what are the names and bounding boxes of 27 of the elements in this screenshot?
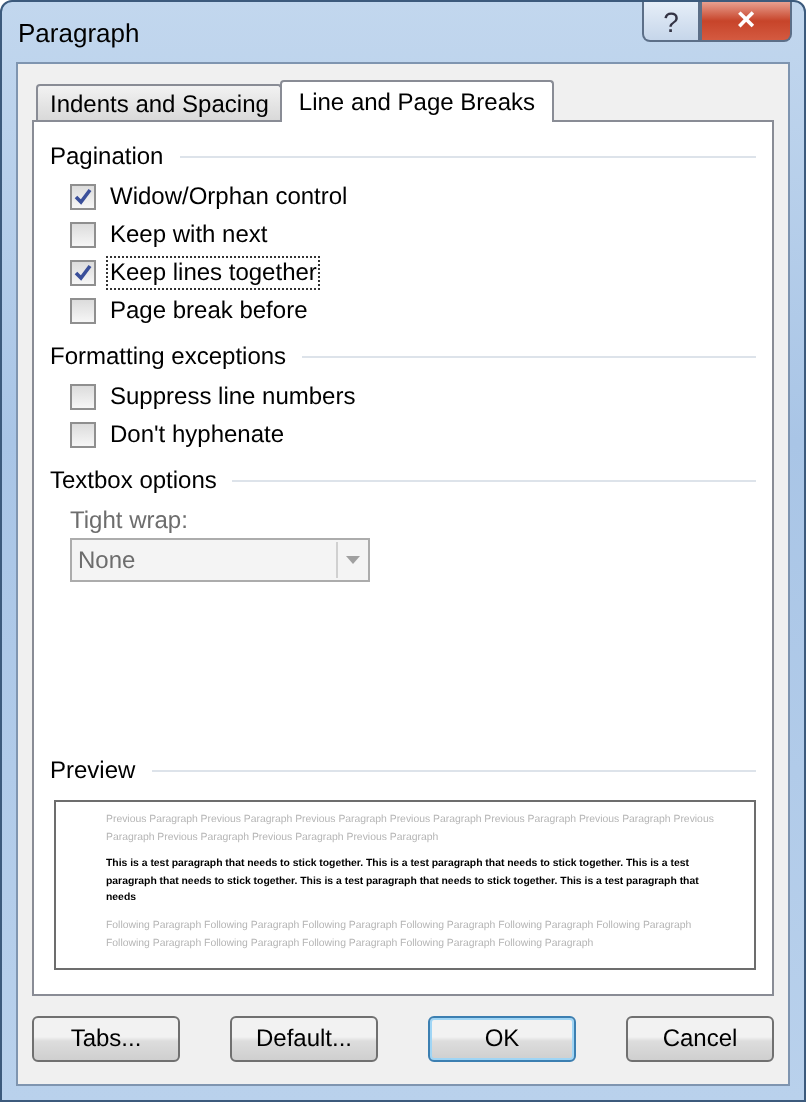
dialog-button[interactable]: Default... <box>230 1015 378 1061</box>
section-heading: Formatting exceptions <box>50 342 287 370</box>
tab[interactable]: Indents and Spacing <box>36 84 283 120</box>
checkbox[interactable] <box>70 298 96 324</box>
dialog-button[interactable]: OK <box>428 1015 576 1061</box>
dialog-button[interactable]: Cancel <box>626 1015 774 1061</box>
checkbox[interactable] <box>70 384 96 410</box>
checkbox-label[interactable]: Keep lines together <box>106 256 321 290</box>
window-title: Paragraph <box>16 16 142 48</box>
dialog-button[interactable]: Tabs... <box>32 1015 180 1061</box>
checkbox[interactable] <box>70 260 96 286</box>
checkbox-label[interactable]: Widow/Orphan control <box>106 180 352 214</box>
field-label: Tight wrap: <box>68 504 190 538</box>
dropdown-arrow-icon <box>346 556 360 564</box>
checkbox[interactable] <box>70 422 96 448</box>
checkbox-label[interactable]: Page break before <box>106 294 312 328</box>
checkbox-label[interactable]: Don't hyphenate <box>106 418 289 452</box>
checkbox-label[interactable]: Suppress line numbers <box>106 380 360 414</box>
section-heading: Preview <box>50 756 136 784</box>
close-button[interactable]: × <box>700 2 792 42</box>
help-button[interactable]: ? <box>642 2 700 42</box>
section-heading: Textbox options <box>50 466 217 494</box>
tab[interactable]: Line and Page Breaks <box>280 80 554 122</box>
checkbox-label[interactable]: Keep with next <box>106 218 272 252</box>
checkbox[interactable] <box>70 184 96 210</box>
checkbox[interactable] <box>70 222 96 248</box>
section-heading: Pagination <box>50 142 164 170</box>
